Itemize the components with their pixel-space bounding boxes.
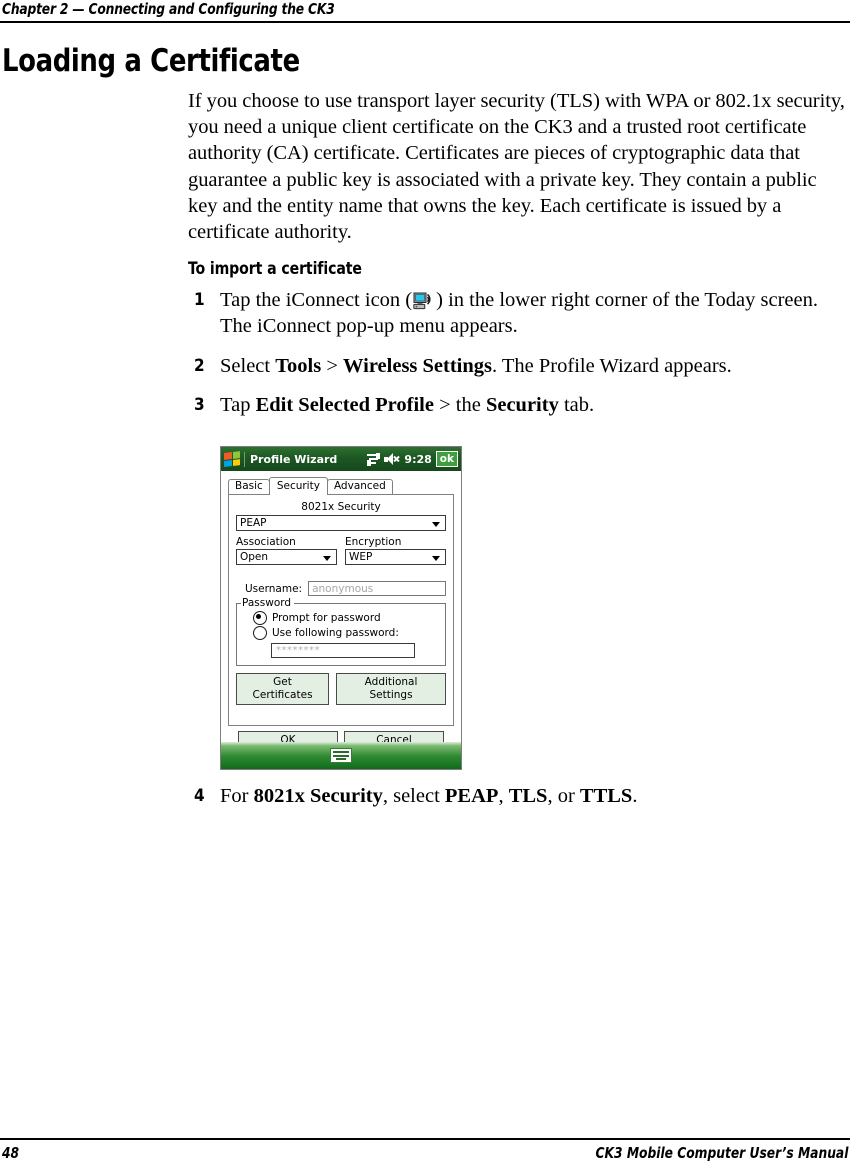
- step-2-text-a: Select: [220, 354, 276, 377]
- step-number: 2: [194, 355, 205, 376]
- step-2-sep: >: [321, 354, 343, 377]
- encryption-label: Encryption: [345, 536, 402, 548]
- association-group: Association Open: [236, 536, 337, 565]
- step-number: 1: [194, 290, 205, 311]
- radio-prompt-label: Prompt for password: [272, 612, 381, 624]
- association-label: Association: [236, 536, 296, 548]
- window-title: Profile Wizard: [250, 452, 338, 466]
- step-4-text-c: ,: [498, 785, 509, 807]
- start-flag-icon[interactable]: [224, 450, 241, 467]
- step-3-text-b: tab.: [558, 393, 595, 416]
- step-text: For 8021x Security, select PEAP, TLS, or…: [220, 785, 637, 807]
- association-value: Open: [240, 551, 269, 563]
- step-3-sep: > the: [433, 393, 486, 416]
- step-3: 3 Tap Edit Selected Profile > the Securi…: [188, 392, 850, 418]
- intro-paragraph: If you choose to use transport layer sec…: [188, 90, 845, 244]
- tab-advanced[interactable]: Advanced: [326, 479, 393, 494]
- security-tab-panel: 8021x Security PEAP Association Open Enc…: [228, 494, 454, 726]
- pda-client-area: Basic Security Advanced 8021x Security P…: [221, 471, 461, 750]
- username-input[interactable]: anonymous: [308, 581, 446, 596]
- security-type-value: PEAP: [240, 517, 267, 529]
- step-1-text-a: Tap the iConnect icon (: [220, 289, 413, 312]
- step-text: Tap Edit Selected Profile > the Security…: [220, 394, 594, 416]
- chevron-down-icon: [432, 556, 440, 561]
- step-4-text-b: , select: [382, 785, 445, 807]
- username-label: Username:: [245, 582, 303, 595]
- password-groupbox: Password Prompt for password Use followi…: [236, 597, 446, 666]
- tab-basic[interactable]: Basic: [228, 479, 270, 494]
- username-row: Username: anonymous: [236, 581, 446, 596]
- step-3-text-a: Tap: [220, 393, 256, 416]
- body-column-continued: 4 For 8021x Security, select PEAP, TLS, …: [188, 783, 850, 822]
- certificate-button-row: Get Certificates Additional Settings: [236, 673, 446, 705]
- association-dropdown[interactable]: Open: [236, 549, 337, 565]
- chevron-down-icon: [432, 522, 440, 527]
- chapter-title: Chapter 2 — Connecting and Configuring t…: [2, 0, 335, 18]
- header-rule: [0, 21, 850, 23]
- step-2-bold-tools: Tools: [275, 354, 322, 377]
- step-4: 4 For 8021x Security, select PEAP, TLS, …: [188, 783, 850, 809]
- step-4-text-e: .: [632, 785, 638, 807]
- step-number: 3: [194, 394, 205, 415]
- page-running-footer: 48 CK3 Mobile Computer User’s Manual: [0, 1138, 850, 1170]
- connectivity-icon[interactable]: [367, 453, 381, 466]
- step-text: Select Tools > Wireless Settings. The Pr…: [220, 355, 732, 377]
- step-text: Tap the iConnect icon ( ) in the lower r…: [220, 289, 818, 337]
- step-2-bold-wireless-settings: Wireless Settings: [343, 354, 493, 377]
- titlebar-divider: [244, 451, 245, 467]
- radio-use-following-password[interactable]: Use following password:: [253, 626, 439, 640]
- step-2: 2 Select Tools > Wireless Settings. The …: [188, 353, 850, 379]
- step-4-text-a: For: [220, 785, 254, 807]
- chevron-down-icon: [323, 556, 331, 561]
- association-encryption-row: Association Open Encryption WEP: [236, 536, 446, 565]
- ok-close-button[interactable]: ok: [435, 451, 458, 467]
- step-2-text-b: . The Profile Wizard appears.: [492, 354, 732, 377]
- speaker-mute-icon[interactable]: [384, 453, 401, 465]
- pda-titlebar: Profile Wizard 9:28 ok: [221, 447, 461, 471]
- footer-rule: [0, 1138, 850, 1140]
- page-title: Loading a Certificate: [2, 43, 300, 79]
- clock[interactable]: 9:28: [404, 453, 431, 466]
- encryption-value: WEP: [349, 551, 373, 563]
- security-type-dropdown[interactable]: PEAP: [236, 515, 446, 531]
- body-column: If you choose to use transport layer sec…: [188, 88, 850, 431]
- step-4-bold-8021x-security: 8021x Security: [253, 785, 383, 807]
- manual-title: CK3 Mobile Computer User’s Manual: [595, 1144, 848, 1162]
- encryption-group: Encryption WEP: [345, 536, 446, 565]
- step-1: 1 Tap the iConnect icon ( ) in the lower…: [188, 287, 850, 339]
- titlebar-status-icons: 9:28: [367, 453, 432, 466]
- step-4-bold-ttls: TTLS: [579, 785, 633, 807]
- procedure-heading: To import a certificate: [188, 259, 362, 279]
- security-section-label: 8021x Security: [301, 501, 381, 513]
- keyboard-icon[interactable]: [330, 748, 352, 763]
- step-3-bold-security: Security: [485, 393, 559, 416]
- radio-prompt-for-password[interactable]: Prompt for password: [253, 611, 439, 625]
- get-certificates-button[interactable]: Get Certificates: [236, 673, 330, 705]
- page-running-header: Chapter 2 — Connecting and Configuring t…: [0, 0, 850, 24]
- radio-following-label: Use following password:: [272, 627, 399, 639]
- iconnect-icon: [413, 291, 435, 310]
- radio-button-icon[interactable]: [253, 611, 267, 625]
- tab-strip: Basic Security Advanced: [228, 477, 454, 495]
- password-group-title: Password: [241, 597, 295, 609]
- profile-wizard-screenshot: Profile Wizard 9:28 ok Basic Security Ad…: [220, 446, 462, 770]
- step-4-bold-peap: PEAP: [444, 785, 499, 807]
- radio-button-icon[interactable]: [253, 626, 267, 640]
- tab-security[interactable]: Security: [268, 477, 328, 495]
- step-4-bold-tls: TLS: [508, 785, 548, 807]
- step-4-text-d: , or: [547, 785, 580, 807]
- step-3-bold-edit-selected-profile: Edit Selected Profile: [255, 393, 434, 416]
- additional-settings-button[interactable]: Additional Settings: [336, 673, 446, 705]
- encryption-dropdown[interactable]: WEP: [345, 549, 446, 565]
- step-number: 4: [194, 786, 205, 806]
- pda-taskbar: [221, 742, 461, 769]
- page-number: 48: [2, 1144, 20, 1162]
- password-input[interactable]: ********: [271, 643, 415, 658]
